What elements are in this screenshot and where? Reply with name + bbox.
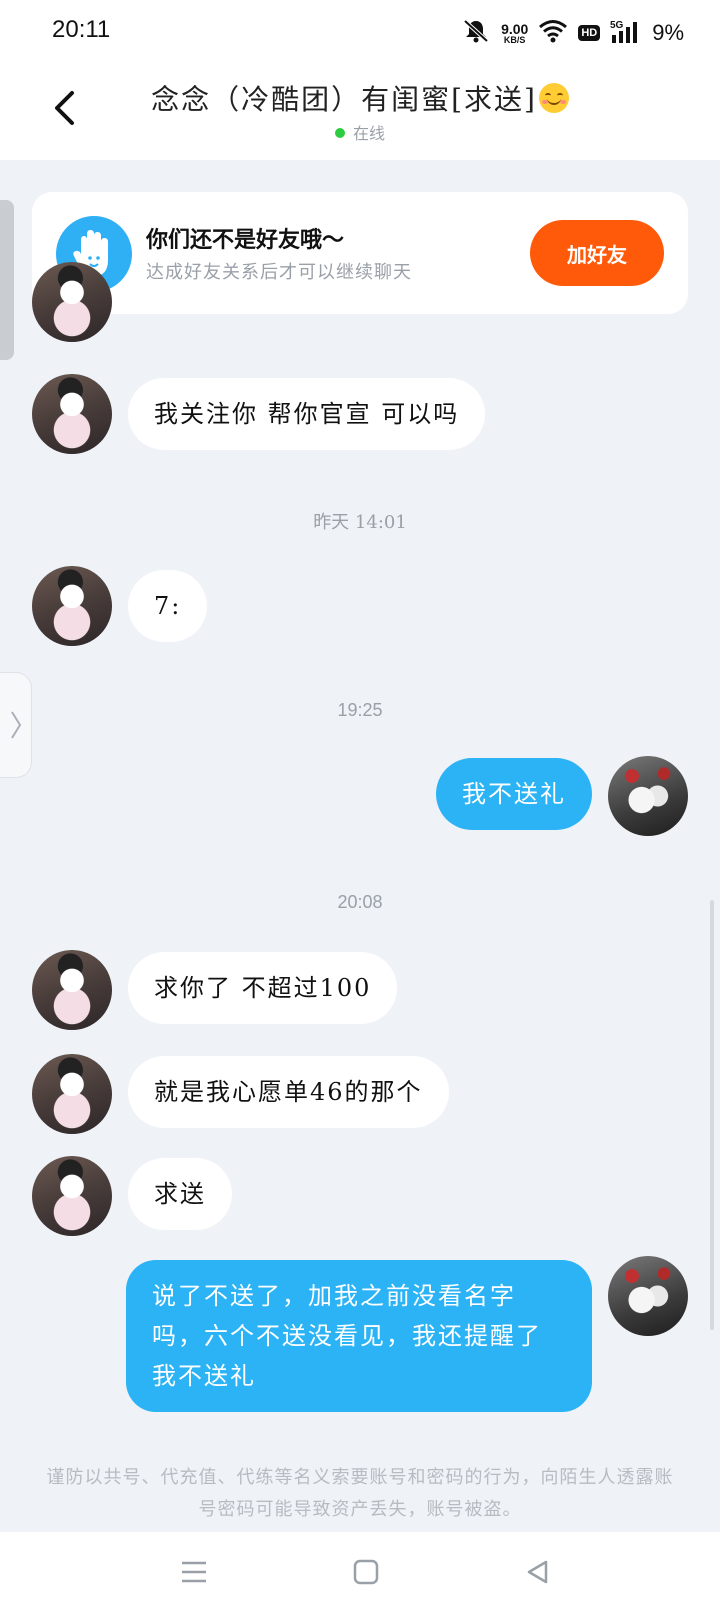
svg-text:5G: 5G — [610, 20, 624, 31]
avatar[interactable] — [32, 1054, 112, 1134]
side-expand-handle[interactable] — [0, 672, 32, 778]
signal-icon: 5G — [610, 19, 642, 47]
menu-icon — [182, 1561, 206, 1583]
scrollbar[interactable] — [710, 900, 714, 1330]
message-bubble-incoming[interactable]: 求你了 不超过100 — [128, 952, 398, 1024]
online-status: 在线 — [0, 120, 720, 144]
friend-card-title: 你们还不是好友哦～ — [146, 227, 345, 253]
avatar[interactable] — [32, 374, 112, 454]
home-square-icon — [353, 1559, 379, 1585]
friend-request-card: 你们还不是好友哦～ 达成好友关系后才可以继续聊天 加好友 — [32, 192, 688, 314]
message-bubble-outgoing[interactable]: 说了不送了，加我之前没看名字吗，六个不送没看见，我还提醒了我不送礼 — [126, 1260, 592, 1412]
friend-card-subtitle: 达成好友关系后才可以继续聊天 — [146, 262, 412, 283]
system-nav-bar — [0, 1532, 720, 1612]
status-time: 20:11 — [52, 16, 111, 43]
mute-icon — [461, 18, 491, 48]
avatar[interactable] — [32, 1156, 112, 1236]
timestamp: 昨天 14:01 — [313, 512, 407, 533]
security-notice: 谨防以共号、代充值、代练等名义索要账号和密码的行为，向陌生人透露账号密码可能导致… — [46, 1467, 674, 1520]
back-triangle-icon — [527, 1560, 548, 1584]
home-button[interactable] — [344, 1550, 388, 1594]
status-icons: 9.00 KB/S HD 5G 9% — [461, 18, 684, 48]
menu-button[interactable] — [172, 1550, 216, 1594]
wifi-icon — [538, 19, 568, 47]
message-bubble-incoming[interactable]: 就是我心愿单46的那个 — [128, 1056, 449, 1128]
battery-level: 9% — [652, 20, 684, 45]
avatar-self[interactable] — [608, 756, 688, 836]
message-bubble-incoming[interactable]: 求送 — [128, 1158, 232, 1230]
message-bubble-outgoing[interactable]: 我不送礼 — [436, 758, 592, 830]
avatar[interactable] — [32, 950, 112, 1030]
back-nav-button[interactable] — [516, 1550, 560, 1594]
timestamp: 19:25 — [337, 700, 383, 720]
smile-emoji-icon — [538, 83, 569, 113]
add-friend-button[interactable]: 加好友 — [530, 220, 664, 286]
avatar[interactable] — [32, 566, 112, 646]
hd-badge: HD — [578, 25, 601, 41]
chat-title: 念念（冷酷团）有闺蜜[求送] — [0, 78, 720, 118]
timestamp: 20:08 — [337, 892, 383, 912]
message-bubble-incoming[interactable]: 我关注你 帮你官宣 可以吗 — [128, 378, 486, 450]
message-bubble-incoming[interactable]: 7: — [128, 570, 208, 642]
network-speed: 9.00 KB/S — [501, 20, 529, 45]
status-bar: 20:11 9.00 KB/S HD 5G 9% — [0, 0, 720, 64]
side-tab[interactable] — [0, 200, 14, 360]
online-dot-icon — [334, 128, 345, 138]
avatar-self[interactable] — [608, 1256, 688, 1336]
chat-header: 念念（冷酷团）有闺蜜[求送] 在线 — [0, 64, 720, 160]
avatar[interactable] — [32, 262, 112, 342]
